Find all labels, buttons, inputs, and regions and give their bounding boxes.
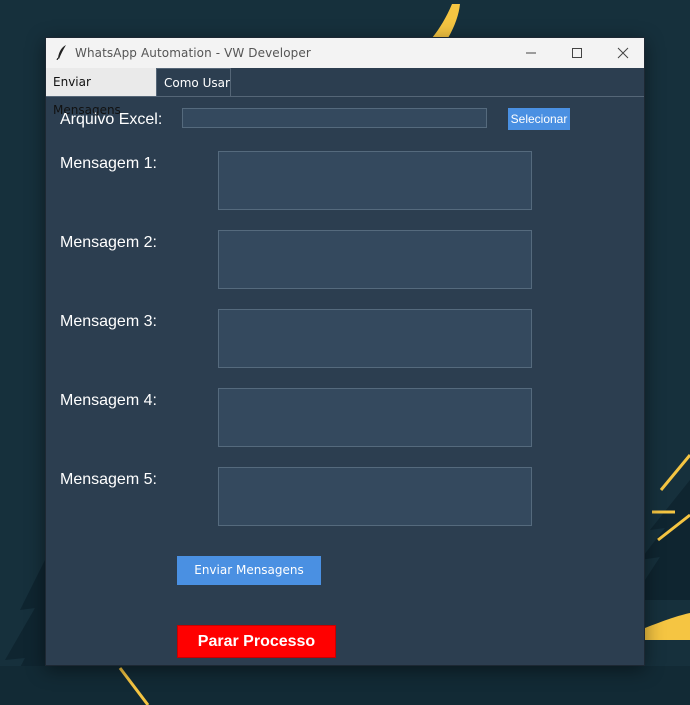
select-file-button[interactable]: Selecionar [508, 108, 570, 130]
title-bar[interactable]: WhatsApp Automation - VW Developer [46, 38, 644, 68]
send-messages-button[interactable]: Enviar Mensagens [177, 556, 321, 585]
maximize-icon [572, 48, 582, 58]
feather-icon [56, 45, 66, 60]
message-1-textarea[interactable] [218, 151, 532, 210]
message-4-textarea[interactable] [218, 388, 532, 447]
excel-file-label: Arquivo Excel: [60, 111, 163, 128]
tab-como-usar[interactable]: Como Usar [156, 68, 231, 96]
tab-enviar-mensagens[interactable]: Enviar Mensagens [46, 68, 156, 117]
window-title: WhatsApp Automation - VW Developer [75, 46, 311, 60]
minimize-button[interactable] [508, 38, 554, 68]
message-5-textarea[interactable] [218, 467, 532, 526]
message-5-label: Mensagem 5: [60, 471, 157, 488]
excel-path-input[interactable] [182, 108, 487, 128]
maximize-button[interactable] [554, 38, 600, 68]
tab-bar: Enviar Mensagens Como Usar [46, 68, 644, 117]
message-2-label: Mensagem 2: [60, 234, 157, 251]
message-2-textarea[interactable] [218, 230, 532, 289]
minimize-icon [526, 52, 536, 54]
message-3-label: Mensagem 3: [60, 313, 157, 330]
message-4-label: Mensagem 4: [60, 392, 157, 409]
message-3-textarea[interactable] [218, 309, 532, 368]
stop-process-button[interactable]: Parar Processo [177, 625, 336, 658]
app-window: WhatsApp Automation - VW Developer Envia… [45, 37, 645, 666]
close-icon [617, 47, 629, 59]
ground [0, 666, 690, 705]
close-button[interactable] [600, 38, 646, 68]
message-1-label: Mensagem 1: [60, 155, 157, 172]
